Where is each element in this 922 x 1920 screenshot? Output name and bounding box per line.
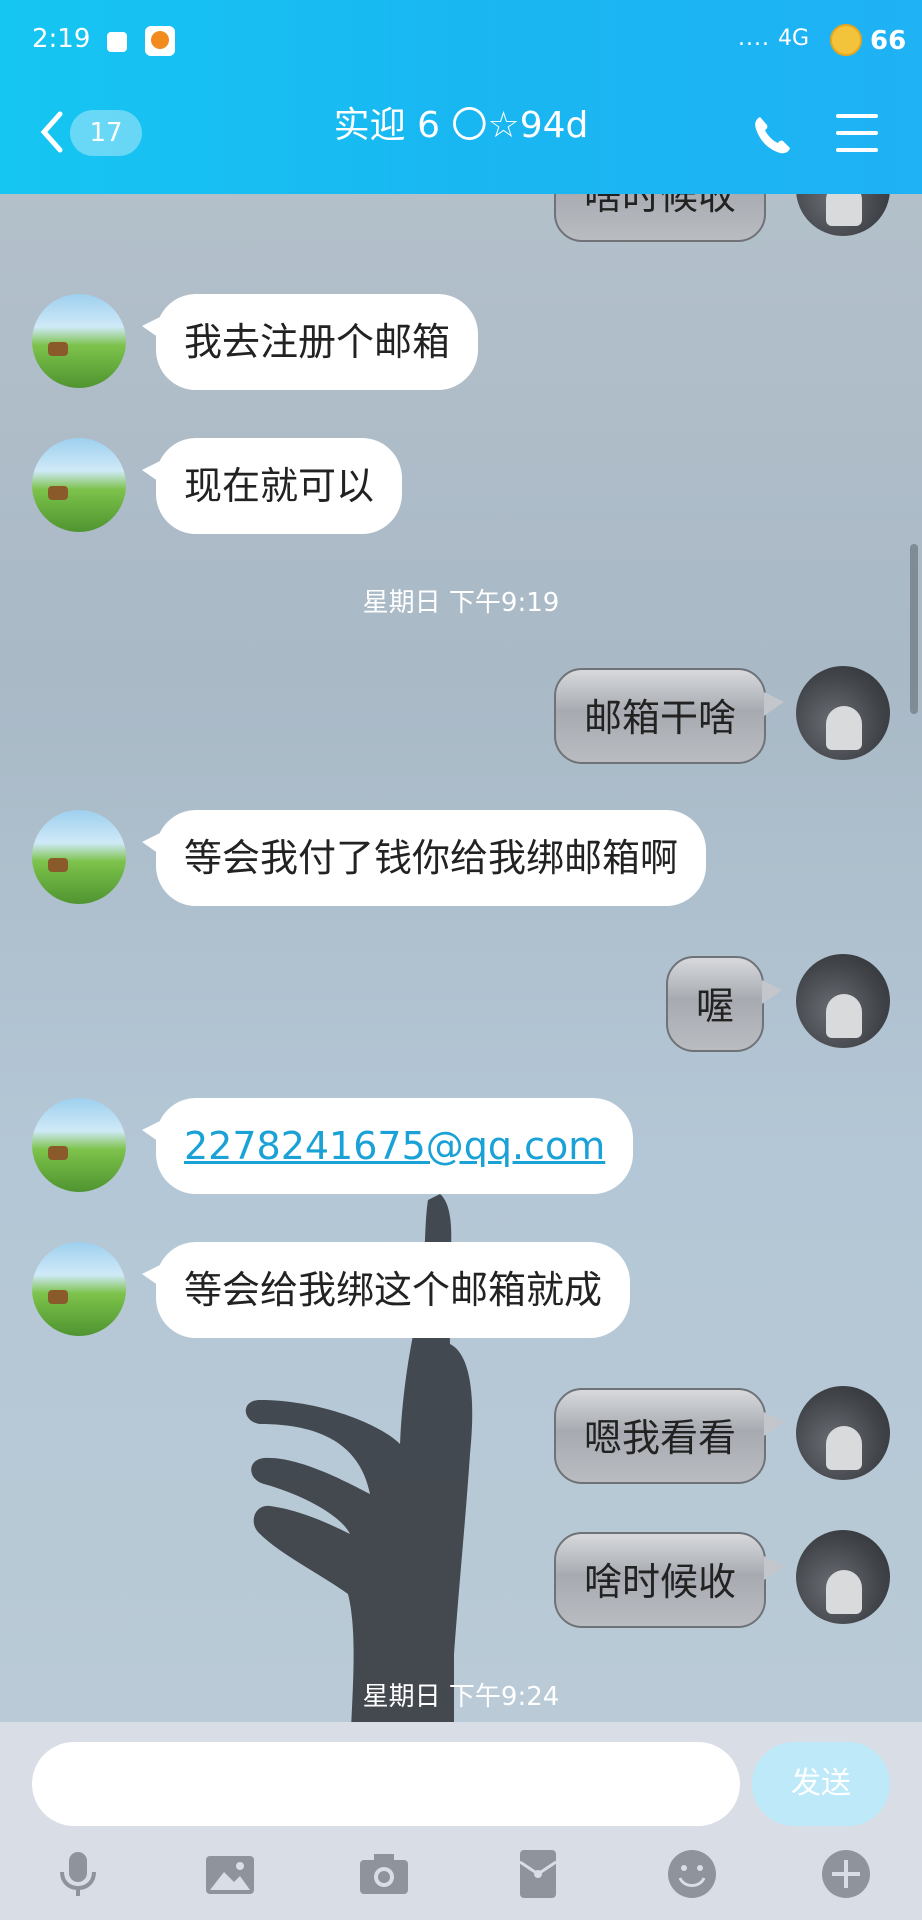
contact-avatar[interactable]	[32, 1242, 126, 1336]
back-button[interactable]	[36, 110, 66, 154]
plus-icon[interactable]	[820, 1848, 872, 1900]
my-avatar[interactable]	[796, 1530, 890, 1624]
call-button[interactable]	[750, 113, 794, 157]
status-time: 2:19	[32, 24, 91, 54]
message-bubble-received[interactable]: 等会我付了钱你给我绑邮箱啊	[141, 810, 707, 906]
message-bubble-sent[interactable]: 嗯我看看	[554, 1388, 785, 1484]
chat-title: 实迎 6 〇☆94d	[333, 105, 589, 146]
send-button[interactable]: 发送	[752, 1742, 890, 1826]
message-bubble-sent[interactable]: 啥时候收	[554, 1532, 785, 1628]
message-bubble-received[interactable]: 现在就可以	[141, 438, 403, 534]
contact-avatar[interactable]	[32, 1098, 126, 1192]
app-notification-icon	[145, 26, 175, 56]
chevron-left-icon	[40, 111, 63, 153]
menu-icon	[836, 114, 878, 118]
input-bar: 发送	[0, 1722, 922, 1920]
image-icon[interactable]	[204, 1848, 256, 1900]
my-avatar[interactable]	[796, 954, 890, 1048]
scrollbar[interactable]	[910, 544, 918, 714]
menu-icon-bar	[836, 131, 878, 135]
red-packet-icon[interactable]	[512, 1848, 564, 1900]
message-bubble-received[interactable]: 等会给我绑这个邮箱就成	[141, 1242, 631, 1338]
my-avatar[interactable]	[796, 194, 890, 236]
message-input[interactable]	[32, 1742, 740, 1826]
battery-level: 66	[870, 26, 907, 56]
message-bubble-received[interactable]: 我去注册个邮箱	[141, 294, 479, 390]
network-type: 4G	[778, 26, 810, 51]
notification-icon	[107, 32, 127, 52]
email-link-message[interactable]: 2278241675@qq.com	[141, 1098, 634, 1194]
message-timestamp: 星期日 下午9:24	[362, 1682, 560, 1712]
signal-strength: ....	[738, 26, 770, 51]
camera-icon[interactable]	[358, 1848, 410, 1900]
menu-button[interactable]	[836, 114, 878, 152]
my-avatar[interactable]	[796, 666, 890, 760]
message-bubble-sent[interactable]: 邮箱干啥	[554, 668, 785, 764]
menu-icon-bar	[836, 148, 878, 152]
message-timestamp: 星期日 下午9:19	[362, 588, 560, 618]
message-bubble-sent[interactable]: 喔	[666, 956, 783, 1052]
message-bubble-sent[interactable]: 啥时候收	[554, 194, 767, 242]
unread-count-badge[interactable]: 17	[70, 110, 142, 156]
microphone-icon[interactable]	[52, 1848, 104, 1900]
my-avatar[interactable]	[796, 1386, 890, 1480]
phone-icon	[755, 117, 790, 154]
chat-message-list[interactable]: 啥时候收 我去注册个邮箱 现在就可以 星期日 下午9:19 邮箱干啥 等会我付了…	[0, 194, 922, 1722]
globe-icon	[830, 24, 862, 56]
emoji-icon[interactable]	[666, 1848, 718, 1900]
contact-avatar[interactable]	[32, 810, 126, 904]
contact-avatar[interactable]	[32, 438, 126, 532]
contact-avatar[interactable]	[32, 294, 126, 388]
status-bar: 2:19 .... 4G 66	[0, 0, 922, 84]
